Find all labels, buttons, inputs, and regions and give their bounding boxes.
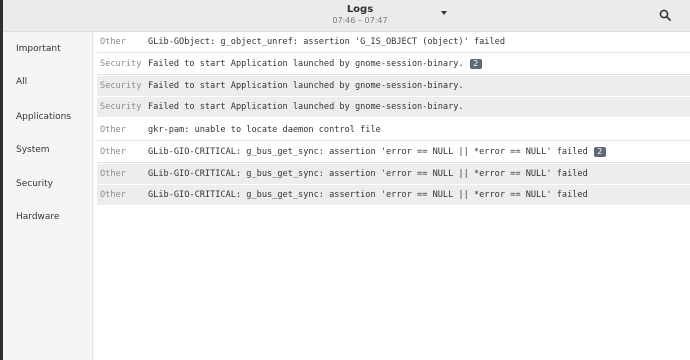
log-category: Other (100, 125, 126, 135)
log-message: Failed to start Application launched by … (148, 81, 464, 91)
sidebar-item-all[interactable]: All (16, 74, 27, 90)
log-category: Other (100, 169, 126, 179)
time-range: 07:46 – 07:47 (332, 16, 388, 25)
chevron-down-icon[interactable] (441, 11, 447, 15)
search-button[interactable] (656, 6, 674, 24)
sidebar-item-applications[interactable]: Applications (16, 109, 71, 125)
log-row[interactable]: Other GLib-GIO-CRITICAL: g_bus_get_sync:… (97, 164, 690, 184)
count-badge: 2 (469, 59, 482, 69)
log-row[interactable]: Other GLib-GObject: g_object_unref: asse… (97, 32, 690, 53)
window-title: Logs (346, 4, 374, 15)
sidebar-item-security[interactable]: Security (16, 176, 53, 192)
log-row[interactable]: Security Failed to start Application lau… (97, 76, 690, 96)
log-row[interactable]: Security Failed to start Application lau… (97, 54, 690, 75)
title-area[interactable]: Logs 07:46 – 07:47 (310, 4, 410, 26)
log-category: Security (100, 81, 142, 91)
log-message: Failed to start Application launched by … (148, 59, 482, 69)
log-category: Security (100, 102, 142, 112)
sidebar-item-important[interactable]: Important (16, 41, 61, 57)
log-row[interactable]: Other GLib-GIO-CRITICAL: g_bus_get_sync:… (97, 185, 690, 205)
sidebar-item-system[interactable]: System (16, 142, 50, 158)
log-category: Other (100, 37, 126, 47)
category-sidebar: Important All Applications System Securi… (3, 32, 93, 360)
log-category: Other (100, 147, 126, 157)
log-message: GLib-GObject: g_object_unref: assertion … (148, 37, 505, 47)
sidebar-item-hardware[interactable]: Hardware (16, 209, 59, 225)
log-row[interactable]: Other GLib-GIO-CRITICAL: g_bus_get_sync:… (97, 142, 690, 163)
log-category: Other (100, 190, 126, 200)
log-category: Security (100, 59, 142, 69)
header-bar: Logs 07:46 – 07:47 (0, 0, 690, 32)
log-message: Failed to start Application launched by … (148, 102, 464, 112)
count-badge: 2 (593, 147, 606, 157)
search-icon (659, 9, 671, 21)
log-list: Other GLib-GObject: g_object_unref: asse… (93, 32, 690, 360)
log-row[interactable]: Other gkr-pam: unable to locate daemon c… (97, 120, 690, 141)
log-row[interactable]: Security Failed to start Application lau… (97, 97, 690, 117)
log-message: GLib-GIO-CRITICAL: g_bus_get_sync: asser… (148, 169, 588, 179)
log-message: GLib-GIO-CRITICAL: g_bus_get_sync: asser… (148, 147, 606, 157)
log-message: GLib-GIO-CRITICAL: g_bus_get_sync: asser… (148, 190, 588, 200)
logs-window: Logs 07:46 – 07:47 Important All Applica… (0, 0, 690, 360)
log-message: gkr-pam: unable to locate daemon control… (148, 125, 381, 135)
window-edge (0, 0, 3, 360)
